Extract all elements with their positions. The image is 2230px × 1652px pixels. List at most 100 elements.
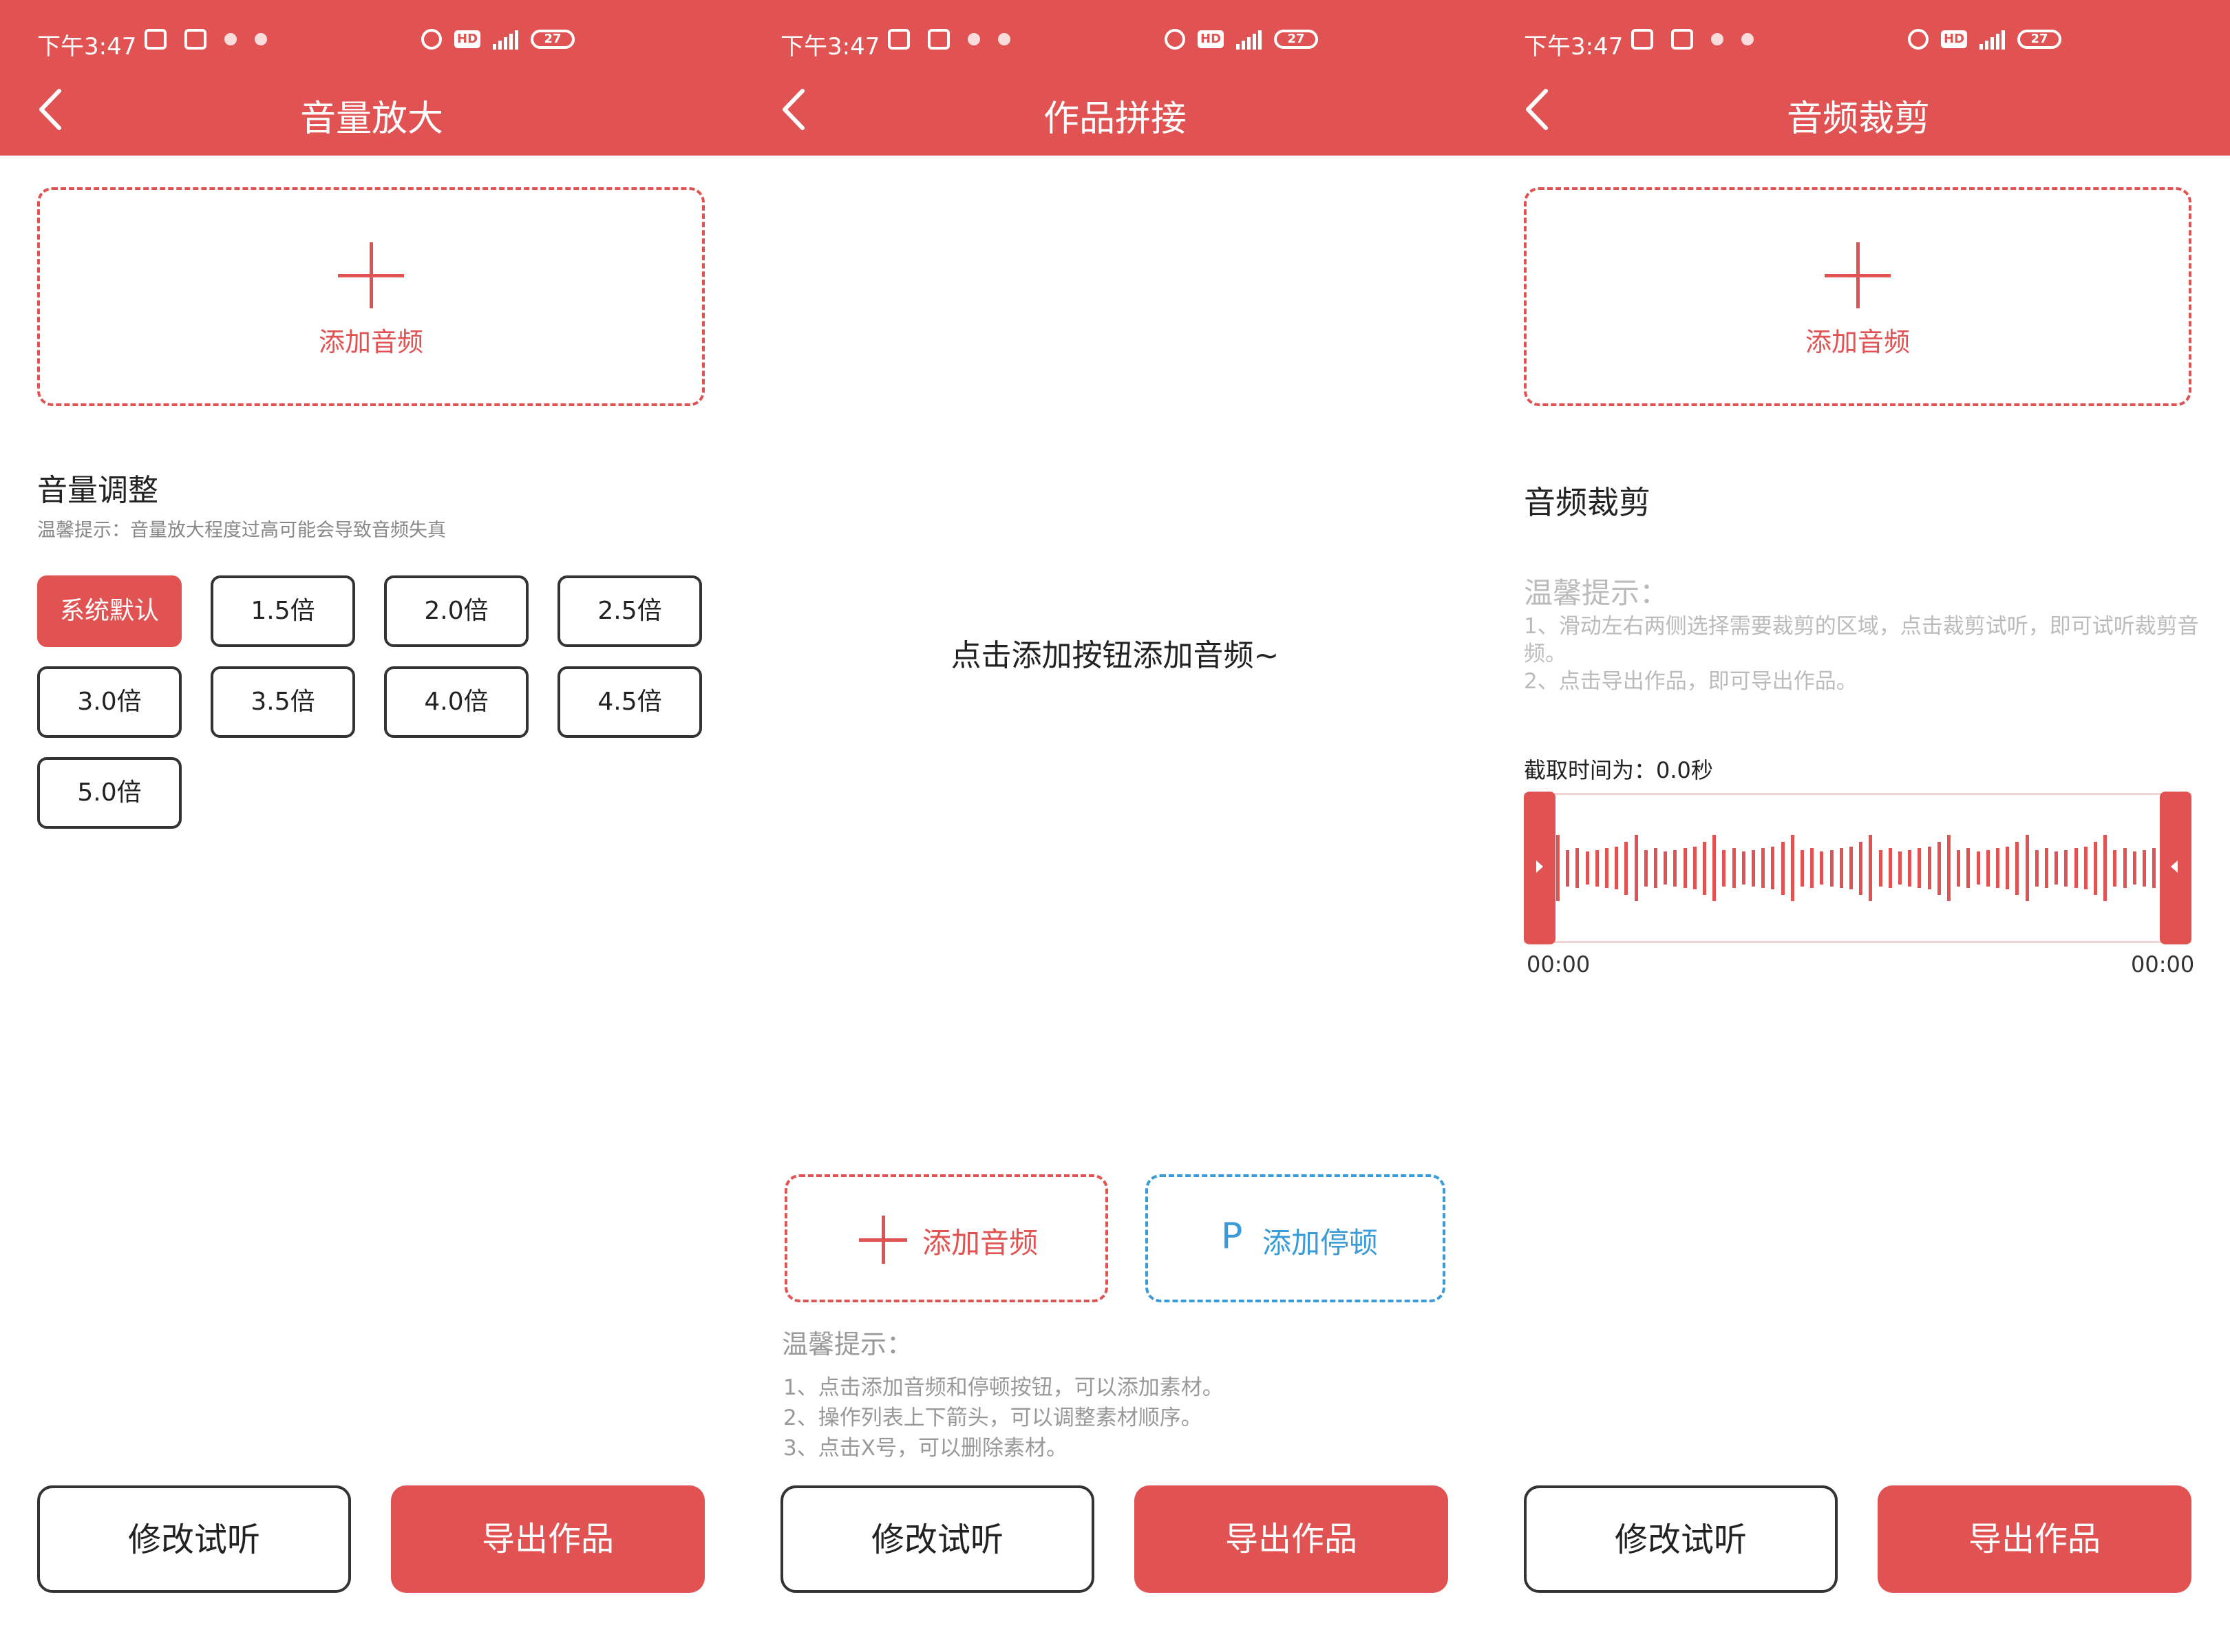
waveform-bar [1790, 835, 1794, 901]
app-notification-icon [1671, 29, 1693, 50]
plus-icon [1825, 242, 1891, 308]
volume-option[interactable]: 1.5倍 [211, 575, 355, 647]
waveform-bar [2045, 848, 2048, 888]
waveform-bar [2132, 851, 2136, 885]
waveform-bar [1820, 851, 1824, 885]
waveform-bar [2094, 841, 2097, 895]
export-button[interactable]: 导出作品 [391, 1485, 705, 1593]
waveform-bar [1810, 848, 1814, 888]
plus-icon [338, 242, 404, 308]
volume-option[interactable]: 3.5倍 [211, 666, 355, 738]
waveform-bar [1947, 835, 1951, 901]
add-pause-label: 添加停顿 [1262, 1226, 1379, 1260]
tip-item: 2、操作列表上下箭头，可以调整素材顺序。 [783, 1406, 1202, 1430]
notification-icon [1711, 33, 1723, 45]
status-bar: 下午3:47 HD 27 [1487, 0, 2230, 83]
waveform-bar [1664, 851, 1668, 885]
notification-icon [998, 33, 1010, 45]
add-audio-label: 添加音频 [1805, 327, 1910, 357]
volume-option[interactable]: 3.0倍 [37, 666, 182, 738]
tip-item: 3、点击X号，可以删除素材。 [783, 1436, 1068, 1461]
cut-duration-text: 截取时间为：0.0秒 [1524, 757, 1713, 783]
tip-item: 1、滑动左右两侧选择需要裁剪的区域，点击裁剪试听，即可试听裁剪音频。 [1524, 614, 2199, 666]
waveform-bar [1976, 851, 1980, 885]
alarm-icon [421, 29, 442, 50]
app-notification-icon [184, 29, 206, 50]
status-time: 下午3:47 [780, 33, 880, 61]
trim-end-handle[interactable] [2160, 792, 2191, 944]
waveform-bar [1996, 848, 1999, 888]
battery-icon: 27 [2017, 30, 2062, 49]
tips-title: 温馨提示： [1524, 576, 1669, 610]
add-audio-label: 添加音频 [922, 1226, 1039, 1260]
volume-option[interactable]: 4.5倍 [558, 666, 702, 738]
arrow-left-icon [2171, 860, 2178, 873]
waveform-bar [1801, 849, 1804, 887]
waveform-bar [1712, 835, 1717, 901]
plus-icon [859, 1216, 907, 1264]
tip-item: 1、点击添加音频和停顿按钮，可以添加素材。 [783, 1375, 1224, 1400]
signal-icon [1236, 29, 1262, 50]
waveform-bar [1878, 849, 1882, 887]
waveform-bar [1605, 848, 1608, 888]
waveform-bar [1683, 848, 1687, 888]
add-audio-label: 添加音频 [318, 327, 423, 357]
preview-button[interactable]: 修改试听 [780, 1485, 1094, 1593]
message-icon [145, 29, 167, 50]
alarm-icon [1165, 29, 1185, 50]
volume-option[interactable]: 2.5倍 [558, 575, 702, 647]
add-pause-button[interactable]: P 添加停顿 [1145, 1174, 1445, 1302]
status-bar: 下午3:47 HD 27 [743, 0, 1487, 83]
hd-icon: HD [1941, 30, 1968, 48]
export-button[interactable]: 导出作品 [1134, 1485, 1448, 1593]
waveform-bar [2123, 848, 2127, 888]
notification-icon [224, 33, 237, 45]
waveform-bar [1741, 851, 1745, 885]
waveform-bar [2054, 851, 2059, 885]
empty-state-text: 点击添加按钮添加音频~ [951, 638, 1279, 673]
waveform-bar [2064, 849, 2068, 887]
waveform-bar [2015, 841, 2019, 895]
waveform-bar [1771, 847, 1775, 889]
status-bar: 下午3:47 HD 27 [0, 0, 743, 83]
screen-volume-boost: 下午3:47 HD 27 音量放大 添加音频 音量调整 温馨提示：音量放大程度过… [0, 0, 743, 1652]
page-title: 音频裁剪 [1786, 98, 1930, 140]
volume-option[interactable]: 2.0倍 [384, 575, 529, 647]
waveform-bar [2074, 848, 2078, 888]
waveform-bar [1566, 849, 1570, 887]
volume-option[interactable]: 系统默认 [37, 575, 182, 647]
preview-button[interactable]: 修改试听 [37, 1485, 351, 1593]
notification-icon [255, 33, 267, 45]
waveform-bar [2025, 835, 2029, 901]
waveform-bar [1986, 849, 1990, 887]
status-time: 下午3:47 [37, 33, 137, 61]
waveform-bar [1732, 848, 1736, 888]
waveform-bar [1761, 848, 1765, 888]
volume-option[interactable]: 5.0倍 [37, 757, 182, 829]
waveform-bar [1673, 849, 1677, 887]
waveform-bar [1781, 841, 1785, 895]
add-audio-button[interactable]: 添加音频 [37, 187, 705, 406]
waveform-bar [1585, 851, 1589, 885]
header-bar: 下午3:47 HD 27 音频裁剪 [1487, 0, 2230, 156]
notification-icon [1741, 33, 1754, 45]
waveform-bar [1752, 849, 1755, 887]
waveform-bar [1634, 835, 1638, 901]
waveform-bar [2035, 849, 2039, 887]
waveform-bar [1644, 849, 1648, 887]
alarm-icon [1908, 29, 1929, 50]
waveform-bar [1918, 848, 1922, 888]
waveform-bar [2152, 848, 2156, 888]
volume-option[interactable]: 4.0倍 [384, 666, 529, 738]
preview-button[interactable]: 修改试听 [1524, 1485, 1838, 1593]
hd-icon: HD [1198, 30, 1224, 48]
waveform-bar [1575, 848, 1580, 888]
add-audio-button[interactable]: 添加音频 [785, 1174, 1108, 1302]
add-audio-button[interactable]: 添加音频 [1524, 187, 2191, 406]
export-button[interactable]: 导出作品 [1878, 1485, 2191, 1593]
trim-start-handle[interactable] [1524, 792, 1555, 944]
waveform-bar [2006, 847, 2010, 889]
waveform-area[interactable] [1524, 793, 2191, 943]
waveform-bar [1839, 848, 1843, 888]
hd-icon: HD [454, 30, 481, 48]
